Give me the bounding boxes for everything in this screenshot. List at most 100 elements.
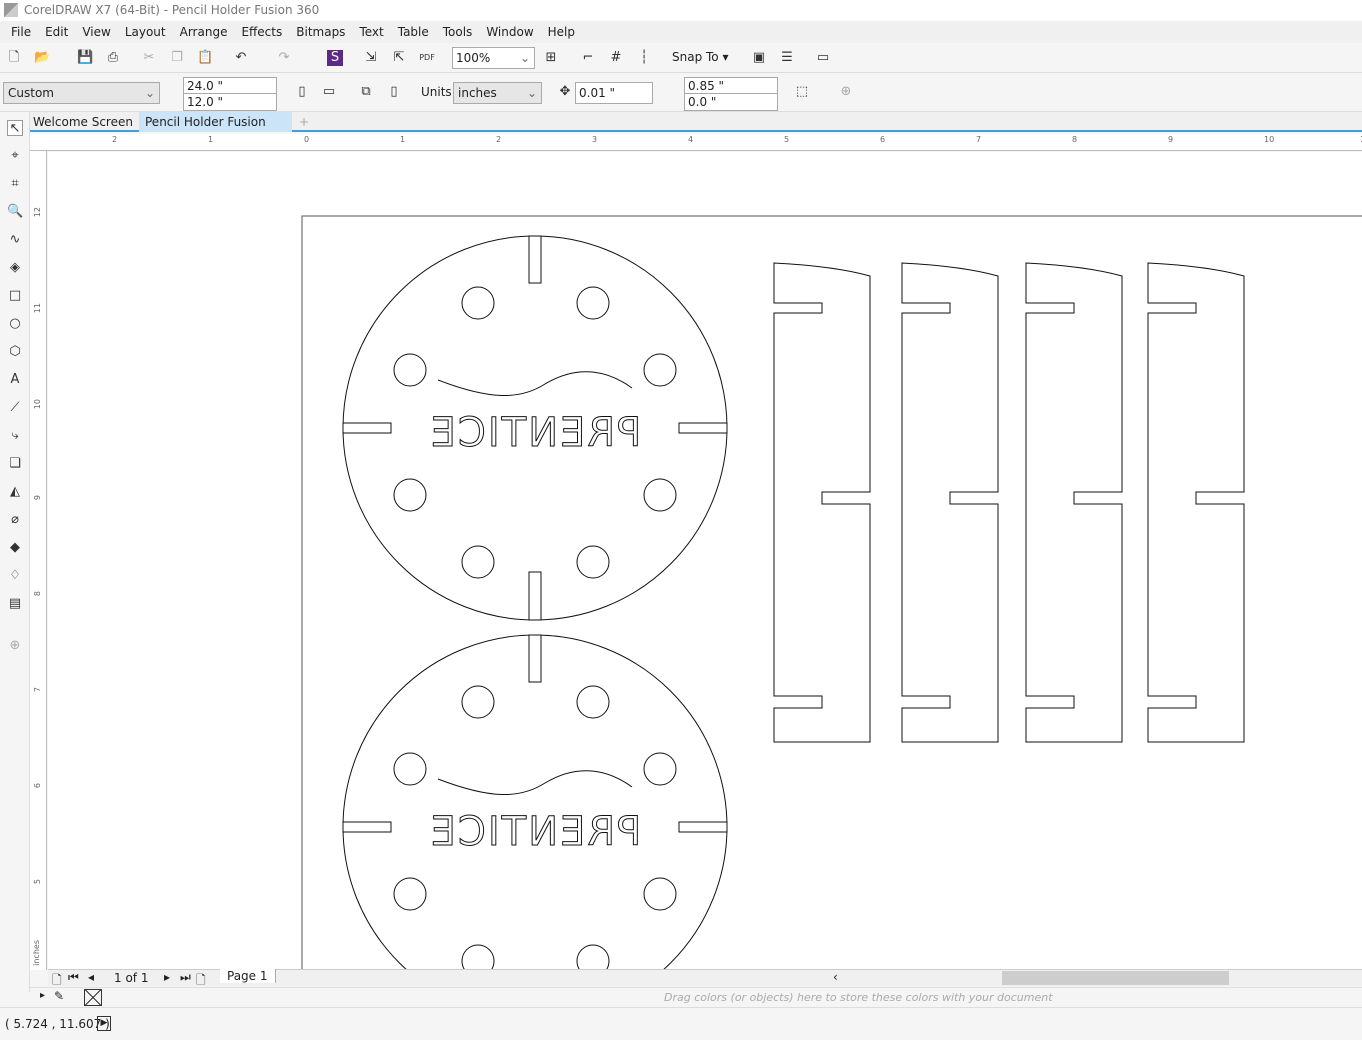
guidelines-icon[interactable]: ┆ bbox=[636, 50, 652, 66]
drawing-canvas[interactable]: PRENTICE PRENTICE bbox=[48, 152, 1362, 970]
page-count: 1 of 1 bbox=[114, 971, 149, 985]
import-icon[interactable]: ⇲ bbox=[363, 50, 379, 66]
grid-icon[interactable]: # bbox=[608, 50, 624, 66]
next-page-icon[interactable]: ▸ bbox=[164, 970, 170, 984]
document-tabs: Welcome Screen Pencil Holder Fusion 3...… bbox=[0, 112, 1362, 149]
polygon-tool-icon[interactable]: ⬡ bbox=[7, 344, 23, 360]
new-tab-button[interactable]: + bbox=[293, 112, 315, 132]
page-preset-value: Custom bbox=[8, 86, 54, 100]
duplicate-y-field[interactable]: 0.0 " bbox=[684, 93, 778, 111]
menu-arrange[interactable]: Arrange bbox=[173, 21, 235, 43]
save-icon[interactable]: 💾 bbox=[77, 50, 93, 66]
slot bbox=[528, 634, 542, 683]
add-icon[interactable]: ⊕ bbox=[838, 84, 854, 100]
ruler-tick-label: 7 bbox=[976, 135, 982, 144]
connector-tool-icon[interactable]: ⤷ bbox=[7, 428, 23, 444]
smart-fill-tool-icon[interactable]: ♢ bbox=[7, 568, 23, 584]
treat-as-filled-icon[interactable]: ⬚ bbox=[794, 84, 810, 100]
units-select[interactable]: inches ⌄ bbox=[453, 82, 542, 104]
tab-pencil-holder[interactable]: Pencil Holder Fusion 3... bbox=[139, 112, 292, 149]
open-icon[interactable]: 📂 bbox=[34, 50, 50, 66]
prev-page-icon[interactable]: ◂ bbox=[88, 970, 94, 984]
pencil-hole bbox=[461, 944, 495, 970]
vertical-ruler[interactable]: inches 12 11 10 9 8 7 6 5 bbox=[30, 151, 47, 970]
menu-layout[interactable]: Layout bbox=[118, 21, 173, 43]
nudge-value: 0.01 " bbox=[579, 86, 616, 100]
menu-table[interactable]: Table bbox=[391, 21, 436, 43]
scroll-left-icon[interactable]: ‹ bbox=[833, 970, 838, 984]
pencil-hole bbox=[576, 685, 610, 719]
horizontal-ruler[interactable]: 2101234567891011 bbox=[30, 134, 1362, 151]
rectangle-tool-icon[interactable]: □ bbox=[7, 288, 23, 304]
zoom-level-select[interactable]: 100% ⌄ bbox=[452, 47, 535, 69]
ellipse-tool-icon[interactable]: ○ bbox=[7, 316, 23, 332]
eyedropper-icon[interactable]: ✎ bbox=[54, 989, 64, 1003]
corel-connect-icon[interactable]: S bbox=[327, 50, 343, 66]
export-icon[interactable]: ⇱ bbox=[391, 50, 407, 66]
pdf-icon[interactable]: PDF bbox=[419, 50, 435, 66]
pencil-hole bbox=[643, 353, 677, 387]
application-launcher-icon[interactable]: ▭ bbox=[815, 50, 831, 66]
welcome-screen-icon[interactable]: ▣ bbox=[751, 50, 767, 66]
pencil-hole bbox=[461, 286, 495, 320]
tab-welcome-screen[interactable]: Welcome Screen bbox=[27, 112, 139, 132]
cut-icon[interactable]: ✂ bbox=[141, 50, 157, 66]
page-height-field[interactable]: 12.0 " bbox=[183, 93, 277, 111]
full-screen-icon[interactable]: ⊞ bbox=[543, 50, 559, 66]
portrait-icon[interactable]: ▯ bbox=[294, 84, 310, 100]
snap-to-button[interactable]: Snap To ▾ bbox=[672, 50, 728, 64]
first-page-icon[interactable]: ⏮ bbox=[68, 970, 79, 985]
shape-tool-icon[interactable]: ⌖ bbox=[7, 148, 23, 164]
crop-tool-icon[interactable]: ⌗ bbox=[7, 176, 23, 192]
text-tool-icon[interactable]: A bbox=[7, 372, 23, 388]
print-icon[interactable]: ⎙ bbox=[105, 50, 121, 66]
menu-window[interactable]: Window bbox=[479, 21, 540, 43]
menu-effects[interactable]: Effects bbox=[234, 21, 289, 43]
redo-icon[interactable]: ↷ bbox=[276, 50, 292, 66]
menu-text[interactable]: Text bbox=[352, 21, 390, 43]
landscape-icon[interactable]: ▭ bbox=[321, 84, 337, 100]
ruler-tick-label: 12 bbox=[33, 207, 42, 218]
status-expand-icon[interactable]: ▶ bbox=[97, 1016, 111, 1031]
nudge-distance-field[interactable]: 0.01 " bbox=[575, 82, 653, 104]
transparency-tool-icon[interactable]: ◭ bbox=[7, 484, 23, 500]
outline-tool-icon[interactable]: ▤ bbox=[7, 596, 23, 612]
pick-tool-icon[interactable]: ↖ bbox=[7, 120, 23, 136]
title-bar: CorelDRAW X7 (64-Bit) - Pencil Holder Fu… bbox=[0, 0, 1362, 21]
menu-help[interactable]: Help bbox=[541, 21, 582, 43]
new-document-icon[interactable]: 🗋 bbox=[6, 50, 22, 66]
zoom-tool-icon[interactable]: 🔍 bbox=[7, 204, 23, 220]
disc-part[interactable]: PRENTICE bbox=[342, 634, 728, 970]
undo-icon[interactable]: ↶ bbox=[233, 50, 249, 66]
copy-icon[interactable]: ❐ bbox=[169, 50, 185, 66]
current-page-icon[interactable]: ▯ bbox=[386, 84, 402, 100]
ruler-tick-label: 1 bbox=[208, 135, 214, 144]
drop-shadow-tool-icon[interactable]: ❏ bbox=[7, 456, 23, 472]
menu-bitmaps[interactable]: Bitmaps bbox=[289, 21, 352, 43]
rulers-icon[interactable]: ⌐ bbox=[580, 50, 596, 66]
app-logo-icon bbox=[4, 3, 18, 17]
horizontal-scrollbar-thumb[interactable] bbox=[1002, 971, 1229, 985]
slot bbox=[342, 422, 392, 434]
menu-edit[interactable]: Edit bbox=[38, 21, 75, 43]
menu-file[interactable]: File bbox=[4, 21, 38, 43]
menu-tools[interactable]: Tools bbox=[436, 21, 480, 43]
palette-hint: Drag colors (or objects) here to store t… bbox=[664, 991, 1053, 1004]
options-icon[interactable]: ☰ bbox=[779, 50, 795, 66]
disc-part[interactable]: PRENTICE bbox=[342, 235, 728, 621]
page-preset-select[interactable]: Custom ⌄ bbox=[3, 82, 160, 104]
menu-view[interactable]: View bbox=[75, 21, 117, 43]
interactive-fill-icon[interactable]: ◆ bbox=[7, 540, 23, 556]
freehand-tool-icon[interactable]: ∿ bbox=[7, 232, 23, 248]
smart-fill-icon[interactable]: ◈ bbox=[7, 260, 23, 276]
eyedropper-tool-icon[interactable]: ⌀ bbox=[7, 512, 23, 528]
no-color-swatch[interactable] bbox=[84, 989, 102, 1006]
all-pages-icon[interactable]: ⧉ bbox=[358, 84, 374, 100]
paste-icon[interactable]: 📋 bbox=[197, 50, 213, 66]
dimension-tool-icon[interactable]: ⟋ bbox=[7, 400, 23, 416]
last-page-icon[interactable]: ⏭ bbox=[180, 970, 191, 985]
bracket-parts[interactable] bbox=[773, 262, 1245, 743]
palette-expand-icon[interactable]: ▸ bbox=[40, 990, 45, 1001]
page-tab[interactable]: Page 1 bbox=[220, 969, 276, 983]
add-tool-icon[interactable]: ⊕ bbox=[7, 638, 23, 654]
